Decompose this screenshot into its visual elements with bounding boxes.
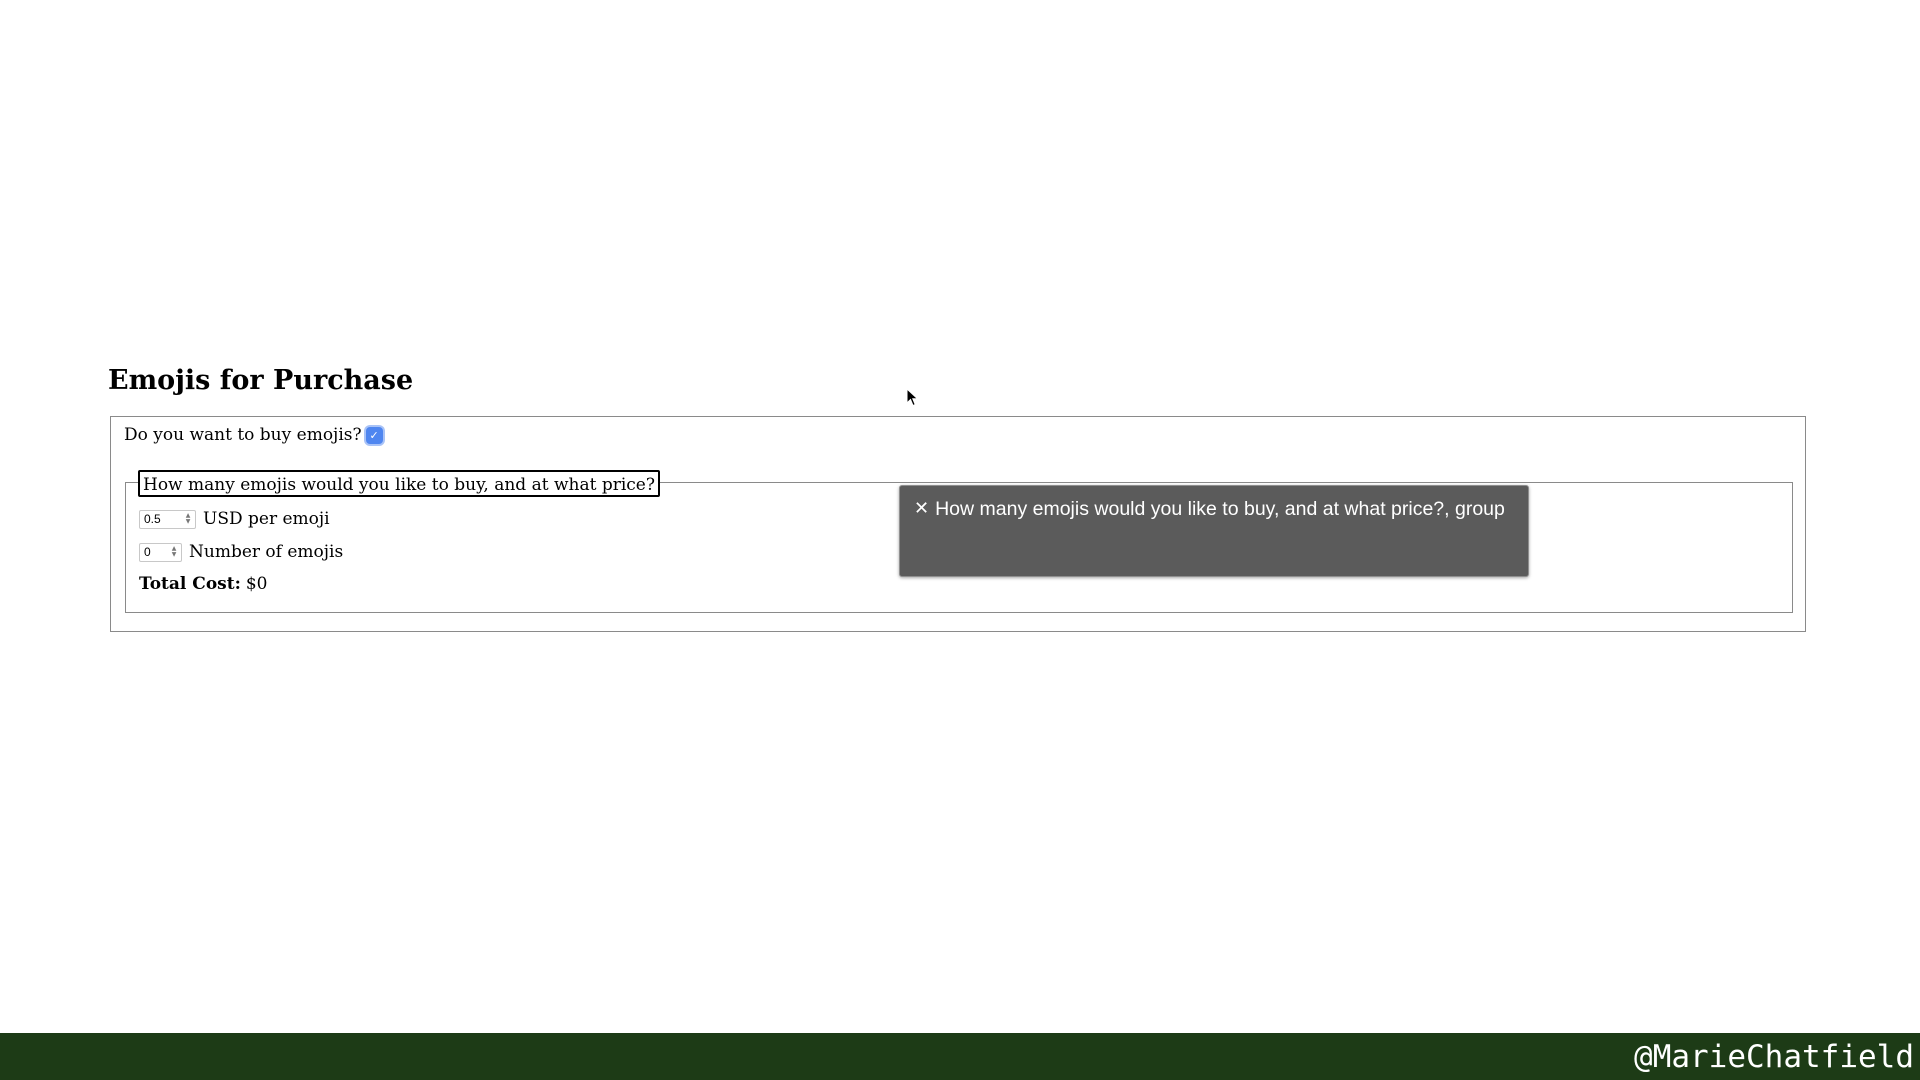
count-input[interactable]: 0 ▲ ▼ <box>139 542 182 562</box>
checkmark-icon: ✓ <box>369 428 379 442</box>
buy-question-row: Do you want to buy emojis? ✓ <box>124 421 383 449</box>
count-label: Number of emojis <box>189 542 344 562</box>
buy-question-label: Do you want to buy emojis? <box>124 425 362 445</box>
buy-checkbox[interactable]: ✓ <box>365 426 383 444</box>
author-handle: @MarieChatfield <box>1634 1039 1914 1075</box>
total-cost-value: $0 <box>245 574 268 594</box>
price-input-value: 0.5 <box>144 512 161 526</box>
footer-bar: @MarieChatfield <box>0 1033 1920 1080</box>
page-title: Emojis for Purchase <box>108 365 414 396</box>
price-row: 0.5 ▲ ▼ USD per emoji <box>139 505 330 533</box>
price-label: USD per emoji <box>203 509 330 529</box>
stepper-arrows-icon[interactable]: ▲ ▼ <box>184 512 192 526</box>
purchase-fieldset-legend: How many emojis would you like to buy, a… <box>138 470 660 497</box>
mouse-pointer-icon <box>906 388 919 407</box>
close-icon[interactable]: ✕ <box>914 498 929 520</box>
count-input-value: 0 <box>144 545 151 559</box>
screen-reader-caption-text: How many emojis would you like to buy, a… <box>935 498 1505 520</box>
stepper-arrows-icon[interactable]: ▲ ▼ <box>170 545 178 559</box>
screen-reader-caption: ✕ How many emojis would you like to buy,… <box>899 485 1529 577</box>
price-input[interactable]: 0.5 ▲ ▼ <box>139 509 196 529</box>
total-cost-row: Total Cost: $0 <box>139 570 268 598</box>
total-cost-label: Total Cost: <box>139 574 241 594</box>
page: Emojis for Purchase Do you want to buy e… <box>0 0 1920 1080</box>
count-row: 0 ▲ ▼ Number of emojis <box>139 538 343 566</box>
